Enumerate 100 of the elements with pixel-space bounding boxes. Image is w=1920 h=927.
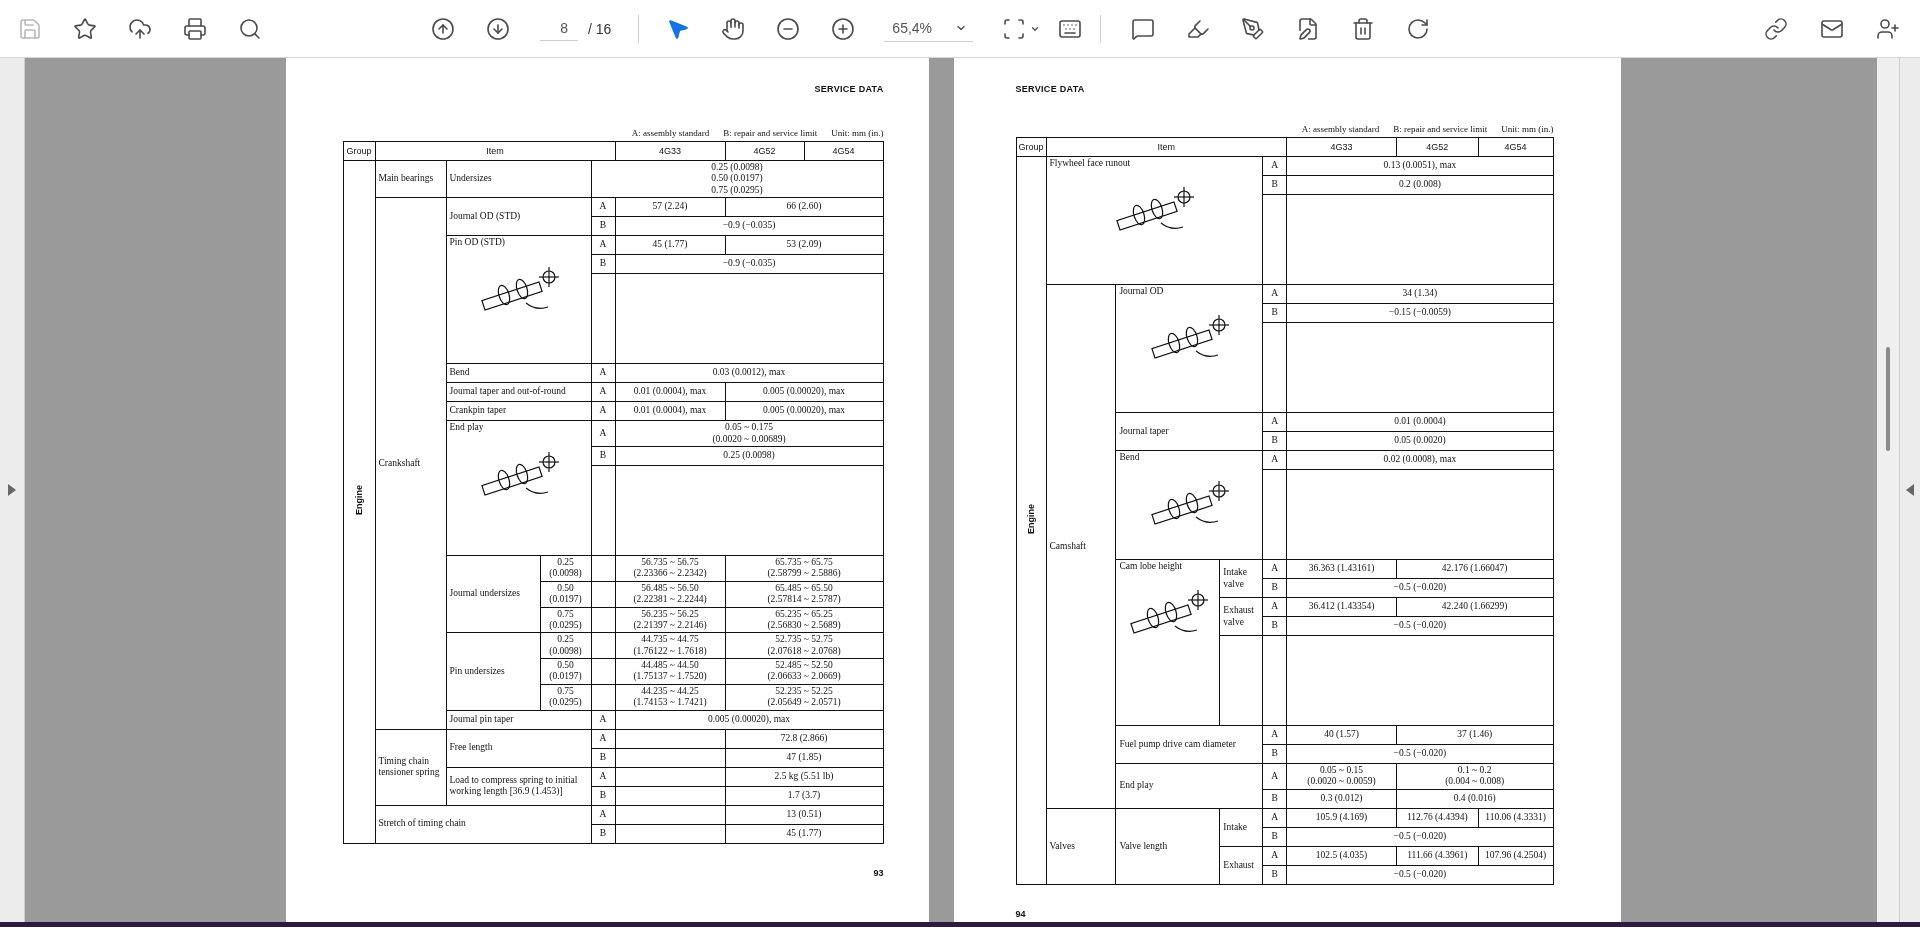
table-cell: B bbox=[1262, 865, 1287, 885]
table-cell: B bbox=[591, 216, 615, 236]
table-cell: 45 (1.77) bbox=[615, 235, 725, 255]
arrow-down-circle-icon[interactable] bbox=[486, 16, 510, 41]
column-header: 4G54 bbox=[1478, 137, 1553, 157]
minus-circle-icon[interactable] bbox=[776, 16, 801, 41]
table-cell: A bbox=[591, 767, 615, 787]
table-cell: A bbox=[1262, 412, 1287, 432]
table-cell: 56.235 ~ 56.25 (2.21397 ~ 2.2146) bbox=[615, 607, 725, 633]
cloud-upload-icon[interactable] bbox=[128, 16, 152, 41]
table-cell: 44.485 ~ 44.50 (1.75137 ~ 1.7520) bbox=[615, 658, 725, 685]
scrollbar-thumb[interactable] bbox=[1886, 347, 1890, 451]
column-header: 4G52 bbox=[725, 141, 804, 161]
table-cell: B bbox=[591, 254, 615, 274]
table-cell: End play bbox=[1115, 763, 1263, 809]
table-cell: Journal taper bbox=[1115, 412, 1263, 451]
star-icon[interactable] bbox=[73, 16, 97, 41]
table-cell: B bbox=[591, 786, 615, 806]
table-cell: A bbox=[1262, 597, 1287, 617]
add-user-icon[interactable] bbox=[1876, 16, 1900, 41]
table-cell: 52.235 ~ 52.25 (2.05649 ~ 2.0571) bbox=[725, 684, 883, 711]
fit-page-icon[interactable] bbox=[1002, 16, 1027, 41]
column-header: Group bbox=[1016, 137, 1046, 157]
table-cell: 13 (0.51) bbox=[725, 805, 883, 825]
print-icon[interactable] bbox=[183, 16, 207, 41]
hand-icon[interactable] bbox=[721, 16, 746, 41]
table-cell: Valves bbox=[1046, 808, 1116, 885]
table-cell: 0.005 (0.00020), max bbox=[725, 382, 883, 402]
table-cell: 0.01 (0.0004), max bbox=[615, 401, 725, 421]
table-cell: B bbox=[591, 748, 615, 768]
arrow-up-circle-icon[interactable] bbox=[431, 16, 455, 41]
table-cell: 44.735 ~ 44.75 (1.76122 ~ 1.7618) bbox=[615, 632, 725, 659]
table-cell: 65.735 ~ 65.75 (2.58799 ~ 2.5886) bbox=[725, 555, 883, 582]
table-cell: Stretch of timing chain bbox=[375, 805, 591, 844]
link-icon[interactable] bbox=[1764, 16, 1788, 41]
table-cell: −0.15 (−0.0059) bbox=[1286, 303, 1553, 323]
table-cell: 52.485 ~ 52.50 (2.06633 ~ 2.0669) bbox=[725, 658, 883, 685]
table-cell: 57 (2.24) bbox=[615, 197, 725, 217]
table-cell bbox=[591, 632, 615, 659]
table-cell: Intake valve bbox=[1219, 559, 1263, 598]
table-cell: 47 (1.85) bbox=[725, 748, 883, 768]
table-cell: B bbox=[1262, 744, 1287, 764]
item-label: Bend bbox=[1119, 452, 1141, 464]
table-cell: 0.05 (0.0020) bbox=[1286, 431, 1553, 451]
table-cell: Timing chain tensioner spring bbox=[375, 729, 446, 806]
table-cell: 112.76 (4.4394) bbox=[1396, 808, 1479, 828]
table-cell: A bbox=[591, 805, 615, 825]
table-cell: 34 (1.34) bbox=[1286, 284, 1553, 304]
table-cell: Main bearings bbox=[375, 160, 446, 198]
table-cell: 36.412 (1.43354) bbox=[1286, 597, 1397, 617]
table-cell: B bbox=[1262, 431, 1287, 451]
table-cell: 0.25 (0.0098) bbox=[615, 446, 883, 466]
column-header: 4G52 bbox=[1396, 137, 1479, 157]
table-cell: 0.50 (0.0197) bbox=[540, 581, 591, 607]
table-cell: A bbox=[591, 235, 615, 255]
page-number: 93 bbox=[873, 867, 884, 878]
table-cell: 44.235 ~ 44.25 (1.74153 ~ 1.7421) bbox=[615, 684, 725, 711]
table-cell: Undersizes bbox=[446, 160, 591, 198]
triangle-left-icon[interactable] bbox=[1906, 484, 1914, 496]
item-label: Pin OD (STD) bbox=[449, 237, 506, 249]
table-cell: 72.8 (2.866) bbox=[725, 729, 883, 749]
table-cell: Exhaust valve bbox=[1219, 597, 1263, 636]
table-cell: 105.9 (4.169) bbox=[1286, 808, 1397, 828]
table-cell: 42.240 (1.66299) bbox=[1396, 597, 1553, 617]
table-cell: B bbox=[1262, 175, 1287, 195]
table-cell: 0.05 ~ 0.15 (0.0020 ~ 0.0059) bbox=[1286, 763, 1397, 790]
table-cell: 40 (1.57) bbox=[1286, 725, 1397, 745]
table-cell: A bbox=[591, 401, 615, 421]
table-cell: −0.5 (−0.020) bbox=[1286, 744, 1553, 764]
table-cell: A bbox=[591, 197, 615, 217]
table-cell: 53 (2.09) bbox=[725, 235, 883, 255]
table-cell: 0.25 (0.0098) bbox=[540, 555, 591, 582]
table-cell: Crankshaft bbox=[375, 197, 446, 730]
column-header: 4G33 bbox=[1286, 137, 1397, 157]
pen-icon[interactable] bbox=[1241, 16, 1266, 41]
table-cell: A bbox=[1262, 450, 1287, 470]
page-header-text: SERVICE DATA bbox=[814, 84, 884, 94]
page-count: / 16 bbox=[588, 20, 612, 37]
table-cell: 0.13 (0.0051), max bbox=[1286, 156, 1553, 176]
table-cell: A bbox=[591, 710, 615, 730]
table-cell: B bbox=[1262, 616, 1287, 636]
table-cell: Valve length bbox=[1115, 808, 1220, 885]
comment-icon[interactable] bbox=[1131, 16, 1156, 41]
table-cell: Load to compress spring to initial working length [36.9 (1.453)] bbox=[446, 767, 591, 806]
table-cell: 0.01 (0.0004), max bbox=[615, 382, 725, 402]
table-cell: 37 (1.46) bbox=[1396, 725, 1553, 745]
table-cell: 0.25 (0.0098) bbox=[540, 632, 591, 659]
table-cell: −0.5 (−0.020) bbox=[1286, 865, 1553, 885]
legend-text: Unit: mm (in.) bbox=[1501, 124, 1554, 134]
search-icon[interactable] bbox=[238, 16, 262, 41]
legend-text: A: assembly standard bbox=[631, 128, 710, 138]
table-cell: Journal pin taper bbox=[446, 710, 591, 730]
table-cell: B bbox=[591, 446, 615, 466]
trash-icon[interactable] bbox=[1351, 16, 1376, 41]
table-cell: 0.005 (0.00020), max bbox=[615, 710, 883, 730]
triangle-right-icon[interactable] bbox=[8, 484, 16, 496]
redo-icon[interactable] bbox=[1406, 16, 1431, 41]
plus-circle-icon[interactable] bbox=[831, 16, 856, 41]
zoom-field[interactable]: 65,4% bbox=[884, 15, 974, 42]
table-cell: 2.5 kg (5.51 lb) bbox=[725, 767, 883, 787]
